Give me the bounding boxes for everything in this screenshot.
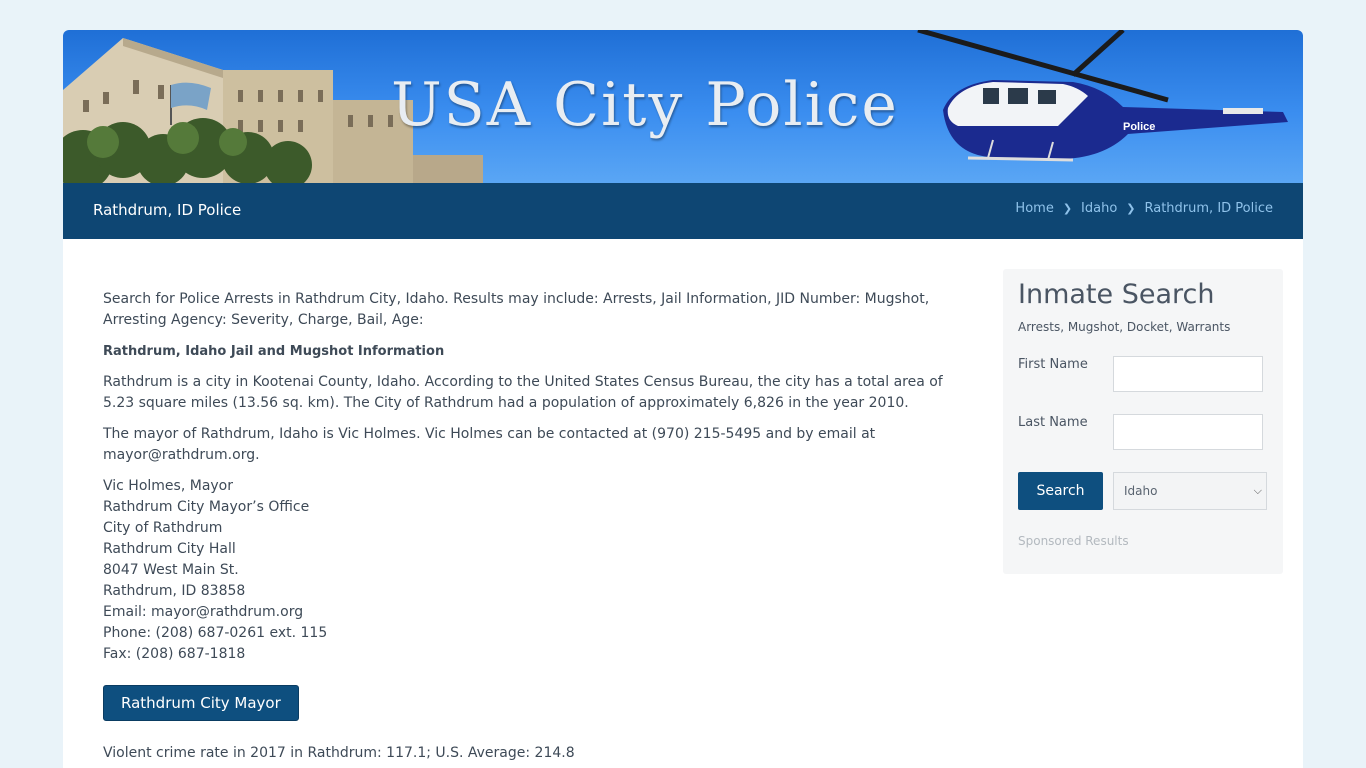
breadcrumb-current[interactable]: Rathdrum, ID Police xyxy=(1145,201,1274,216)
address-line: Email: mayor@rathdrum.org xyxy=(103,604,304,620)
page-title: Rathdrum, ID Police xyxy=(93,201,242,219)
sponsored-results-label: Sponsored Results xyxy=(1018,534,1129,548)
page-container: Police USA City Police Rathdrum, ID Poli… xyxy=(63,30,1303,768)
chevron-right-icon: ❯ xyxy=(1062,202,1073,215)
breadcrumb-home[interactable]: Home xyxy=(1015,201,1053,216)
last-name-label: Last Name xyxy=(1018,415,1088,430)
address-line: Phone: (208) 687-0261 ext. 115 xyxy=(103,625,328,641)
mayor-address: Vic Holmes, Mayor Rathdrum City Mayor’s … xyxy=(103,476,963,665)
address-line: Rathdrum City Hall xyxy=(103,541,236,557)
breadcrumb: Home ❯ Idaho ❯ Rathdrum, ID Police xyxy=(1015,201,1273,216)
address-line: City of Rathdrum xyxy=(103,520,223,536)
breadcrumb-idaho[interactable]: Idaho xyxy=(1081,201,1117,216)
chevron-down-icon: ⌵ xyxy=(1253,484,1262,497)
inmate-search-panel: Inmate Search Arrests, Mugshot, Docket, … xyxy=(1003,269,1283,574)
state-select[interactable]: Idaho ⌵ xyxy=(1113,472,1267,510)
address-line: Fax: (208) 687-1818 xyxy=(103,646,246,662)
last-name-input[interactable] xyxy=(1113,414,1263,450)
header-banner: Police USA City Police xyxy=(63,30,1303,183)
first-name-input[interactable] xyxy=(1113,356,1263,392)
helicopter xyxy=(917,30,1288,162)
section-heading: Rathdrum, Idaho Jail and Mugshot Informa… xyxy=(103,344,445,359)
address-line: Rathdrum, ID 83858 xyxy=(103,583,246,599)
city-info-text: Rathdrum is a city in Kootenai County, I… xyxy=(103,374,943,411)
state-select-value: Idaho xyxy=(1124,484,1158,498)
address-line: 8047 West Main St. xyxy=(103,562,239,578)
chevron-right-icon: ❯ xyxy=(1126,202,1136,215)
first-name-label: First Name xyxy=(1018,357,1088,372)
inmate-search-title: Inmate Search xyxy=(1018,279,1215,310)
main-content: Search for Police Arrests in Rathdrum Ci… xyxy=(103,289,963,764)
site-logo-title[interactable]: USA City Police xyxy=(385,70,905,140)
search-button[interactable]: Search xyxy=(1018,472,1103,510)
svg-text:Police: Police xyxy=(1123,121,1155,133)
city-mayor-button[interactable]: Rathdrum City Mayor xyxy=(103,685,299,721)
mayor-info-text: The mayor of Rathdrum, Idaho is Vic Holm… xyxy=(103,426,876,463)
address-line: Rathdrum City Mayor’s Office xyxy=(103,499,310,515)
inmate-search-subtitle: Arrests, Mugshot, Docket, Warrants xyxy=(1018,320,1231,334)
title-bar: Rathdrum, ID Police Home ❯ Idaho ❯ Rathd… xyxy=(63,183,1303,239)
intro-text: Search for Police Arrests in Rathdrum Ci… xyxy=(103,291,930,328)
address-line: Vic Holmes, Mayor xyxy=(103,478,233,494)
crime-rate-text: Violent crime rate in 2017 in Rathdrum: … xyxy=(103,745,575,761)
